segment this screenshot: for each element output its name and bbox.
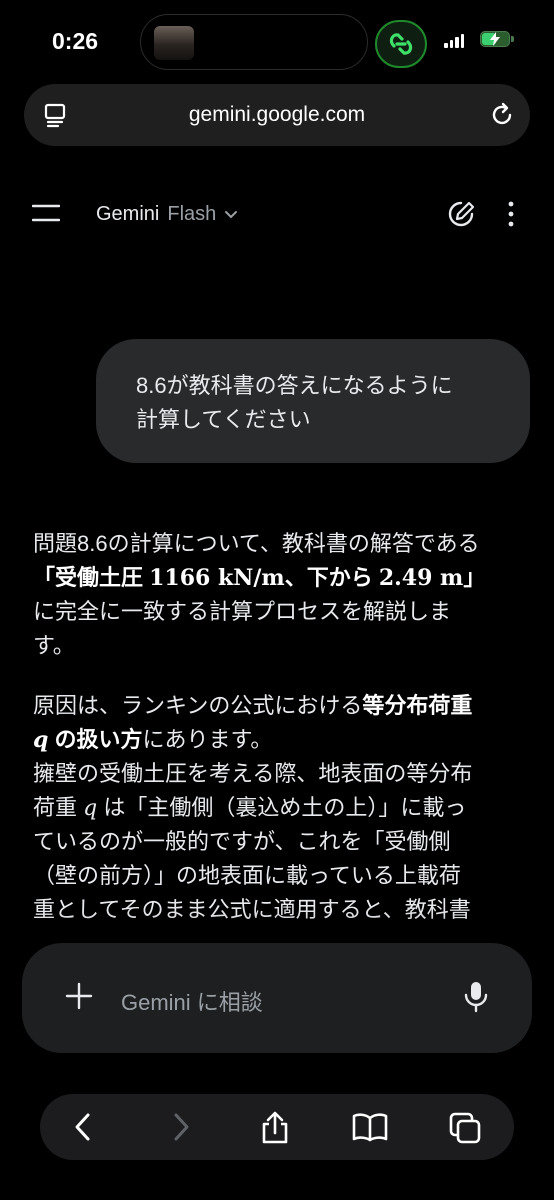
response-text: は「主働側（裏込め土の上）」に載っ (97, 795, 467, 820)
link-button[interactable] (375, 20, 427, 68)
new-chat-icon[interactable] (446, 199, 476, 229)
menu-icon[interactable] (32, 203, 60, 223)
link-icon (389, 33, 413, 55)
response-bold: の扱い方 (48, 727, 143, 752)
plus-icon[interactable] (64, 981, 94, 1011)
app-name: Gemini (96, 203, 160, 225)
response-line: す。 (33, 633, 75, 658)
tab-switcher-icon[interactable] (448, 1111, 482, 1145)
url-text[interactable]: gemini.google.com (24, 103, 530, 127)
dynamic-island[interactable] (140, 14, 368, 70)
math-q: q (33, 727, 49, 753)
response-line: （壁の前方）」の地表面に載っている上載荷 (33, 863, 461, 888)
charging-bolt-icon (490, 32, 500, 46)
user-message-bubble: 8.6が教科書の答えになるように 計算してください (96, 339, 530, 463)
signal-icon (444, 33, 464, 48)
browser-toolbar (40, 1094, 514, 1160)
response-line: q の扱い方にあります。 (33, 723, 523, 757)
math-height: 2.49 m (378, 565, 464, 591)
math-q: q (83, 796, 98, 821)
response-bold: 」 (463, 565, 486, 590)
bookmarks-icon[interactable] (351, 1111, 389, 1143)
reload-icon[interactable] (488, 101, 516, 129)
media-thumbnail (154, 26, 194, 60)
response-text: にあります。 (142, 727, 273, 752)
response-bold: 等分布荷重 (362, 693, 473, 718)
response-text: 原因は、ランキンの公式における (33, 693, 363, 718)
prompt-input-bar[interactable]: Gemini に相談 (22, 943, 532, 1053)
response-bold: 、下から (284, 565, 379, 590)
response-line: 擁壁の受働土圧を考える際、地表面の等分布 (33, 761, 473, 786)
response-line: に完全に一致する計算プロセスを解説しま (33, 599, 452, 624)
response-bold: 「受働土圧 (33, 565, 150, 590)
response-line: ているのが一般的ですが、これを「受働側 (33, 829, 451, 854)
address-bar[interactable]: gemini.google.com (24, 84, 530, 146)
math-passive-pressure: 1166 kN/m (149, 565, 285, 591)
response-line: 「受働土圧 1166 kN/m、下から 2.49 m」 (33, 561, 523, 595)
more-vert-icon[interactable] (506, 200, 516, 228)
prompt-input[interactable]: Gemini に相談 (121, 985, 263, 1017)
response-line: 問題8.6の計算について、教科書の解答である (33, 531, 480, 556)
chevron-down-icon (225, 210, 238, 218)
user-message-line: 計算してください (136, 407, 311, 432)
response-text: 荷重 (33, 795, 84, 820)
model-response: 問題8.6の計算について、教科書の解答である 「受働土圧 1166 kN/m、下… (33, 527, 523, 927)
status-time: 0:26 (52, 28, 99, 54)
response-line: 荷重 q は「主働側（裏込め土の上）」に載っ (33, 791, 523, 825)
response-line: 重としてそのまま公式に適用すると、教科書 (33, 897, 471, 922)
model-selector[interactable]: Gemini Flash (96, 203, 238, 226)
model-name: Flash (167, 203, 217, 225)
back-icon[interactable] (70, 1111, 96, 1143)
battery-nub (511, 36, 514, 42)
mic-icon[interactable] (463, 980, 489, 1014)
share-icon[interactable] (259, 1111, 291, 1145)
forward-icon[interactable] (168, 1111, 194, 1143)
response-line: 原因は、ランキンの公式における等分布荷重 (33, 689, 523, 723)
user-message-line: 8.6が教科書の答えになるように (136, 373, 453, 398)
